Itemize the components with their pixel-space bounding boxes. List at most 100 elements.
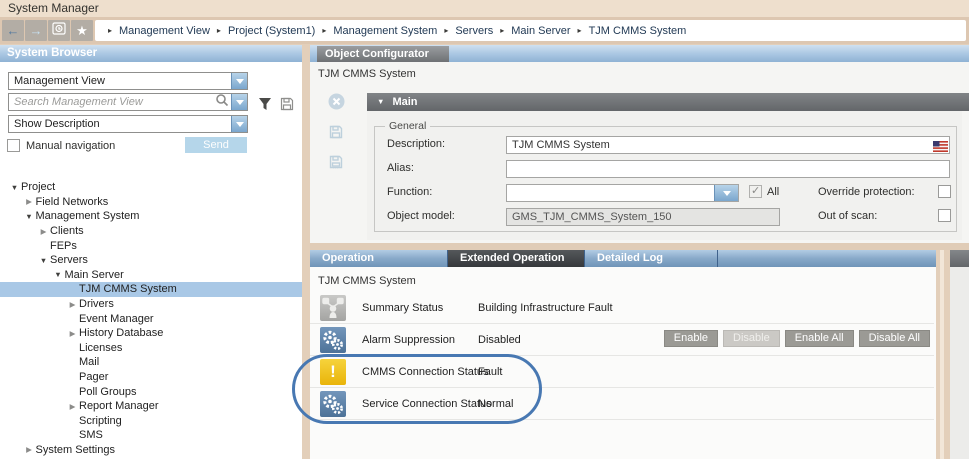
tree-expander-icon[interactable]: ▶ — [23, 197, 36, 206]
enable-all-button[interactable]: Enable All — [785, 330, 854, 347]
tree-item-project[interactable]: ▼Project — [0, 180, 302, 195]
tree-item-licenses[interactable]: Licenses — [0, 341, 302, 356]
tree-item-label: FEPs — [50, 240, 77, 252]
send-button[interactable]: Send — [185, 137, 247, 153]
tree-expander-icon[interactable]: ▶ — [66, 402, 79, 411]
tree-item-history-database[interactable]: ▶History Database — [0, 326, 302, 341]
general-groupbox: General Description: TJM CMMS System Ali… — [374, 126, 957, 232]
breadcrumb-item[interactable]: Management System — [333, 25, 437, 37]
breadcrumb-item[interactable]: Management View — [119, 25, 210, 37]
tree-item-mail[interactable]: Mail — [0, 355, 302, 370]
tree-expander-icon[interactable]: ▶ — [66, 300, 79, 309]
tree-item-label: Licenses — [79, 342, 122, 354]
forward-button[interactable]: → — [25, 20, 47, 41]
chevron-down-icon[interactable] — [714, 185, 738, 201]
tab-operation[interactable]: Operation — [310, 250, 448, 267]
vertical-splitter[interactable] — [936, 250, 950, 459]
view-selector-value: Management View — [9, 75, 231, 87]
back-button[interactable]: ← — [2, 20, 24, 41]
override-protection-checkbox[interactable] — [938, 185, 951, 198]
search-icon[interactable] — [215, 93, 229, 112]
discard-changes-icon[interactable] — [328, 93, 348, 115]
tree-item-label: System Settings — [36, 444, 115, 456]
breadcrumb-separator-icon: ▸ — [217, 26, 221, 35]
star-icon: ★ — [76, 24, 88, 37]
tree-item-clients[interactable]: ▶Clients — [0, 224, 302, 239]
tree-item-drivers[interactable]: ▶Drivers — [0, 297, 302, 312]
out-of-scan-checkbox[interactable] — [938, 209, 951, 222]
tree-item-label: History Database — [79, 327, 163, 339]
tree-expander-icon[interactable]: ▶ — [23, 445, 36, 454]
enable-button[interactable]: Enable — [664, 330, 718, 347]
chevron-down-icon[interactable] — [231, 94, 247, 110]
tree-item-label: Scripting — [79, 415, 122, 427]
main-section-label: Main — [392, 96, 417, 108]
tree-expander-icon[interactable]: ▶ — [37, 227, 50, 236]
tree-expander-icon[interactable]: ▼ — [8, 183, 21, 192]
save-as-icon[interactable] — [328, 154, 348, 175]
search-input[interactable] — [9, 94, 215, 110]
object-configurator-panel: TJM CMMS System ▼Main General Descriptio… — [310, 62, 969, 243]
status-row-cmms-connection-status: !CMMS Connection StatusFault — [310, 356, 934, 388]
tree-item-system-settings[interactable]: ▶System Settings — [0, 443, 302, 458]
main-section-header[interactable]: ▼Main — [367, 93, 969, 111]
breadcrumb-item[interactable]: Project (System1) — [228, 25, 315, 37]
save-search-icon[interactable] — [279, 96, 295, 117]
save-icon[interactable] — [328, 124, 348, 145]
tree-item-field-networks[interactable]: ▶Field Networks — [0, 195, 302, 210]
tree-expander-icon[interactable]: ▶ — [66, 329, 79, 338]
description-selector[interactable]: Show Description — [8, 115, 248, 133]
manual-navigation-checkbox[interactable] — [7, 139, 20, 152]
search-box[interactable] — [8, 93, 248, 111]
alarm-suppression-buttons: Enable Disable Enable All Disable All — [664, 330, 930, 347]
breadcrumb-item[interactable]: TJM CMMS System — [589, 25, 687, 37]
summary-status-icon — [320, 295, 346, 321]
tab-detailed-log[interactable]: Detailed Log — [585, 250, 718, 267]
panel-splitter[interactable] — [302, 45, 310, 459]
back-arrow-icon: ← — [7, 24, 20, 37]
system-browser-tree: ▼Project▶Field Networks▼Management Syste… — [0, 180, 302, 459]
tab-extended-operation[interactable]: Extended Operation — [448, 250, 585, 267]
tree-item-management-system[interactable]: ▼Management System — [0, 209, 302, 224]
tree-item-scripting[interactable]: Scripting — [0, 414, 302, 429]
tree-item-tjm-cmms-system[interactable]: TJM CMMS System — [0, 282, 302, 297]
filter-icon[interactable] — [257, 96, 273, 117]
object-configurator-tab[interactable]: Object Configurator — [317, 46, 449, 62]
tree-item-event-manager[interactable]: Event Manager — [0, 311, 302, 326]
tree-item-servers[interactable]: ▼Servers — [0, 253, 302, 268]
recent-locations-button[interactable] — [48, 20, 70, 41]
tree-item-label: Pager — [79, 371, 108, 383]
view-selector[interactable]: Management View — [8, 72, 248, 90]
tree-item-sms[interactable]: SMS — [0, 428, 302, 443]
operation-tab-bar: OperationExtended OperationDetailed Log — [310, 250, 936, 267]
tree-item-report-manager[interactable]: ▶Report Manager — [0, 399, 302, 414]
function-selector[interactable] — [506, 184, 739, 202]
tree-expander-icon[interactable]: ▼ — [37, 256, 50, 265]
breadcrumb-item[interactable]: Main Server — [511, 25, 570, 37]
disable-button[interactable]: Disable — [723, 330, 780, 347]
tree-item-pager[interactable]: Pager — [0, 370, 302, 385]
object-model-label: Object model: — [387, 210, 455, 222]
function-value — [507, 185, 714, 201]
description-label: Description: — [387, 138, 445, 150]
tree-item-label: Main Server — [65, 269, 124, 281]
alias-field[interactable] — [506, 160, 950, 178]
tree-item-main-server[interactable]: ▼Main Server — [0, 268, 302, 283]
tree-item-feps[interactable]: FEPs — [0, 238, 302, 253]
chevron-down-icon[interactable] — [231, 73, 247, 89]
all-checkbox[interactable] — [749, 185, 762, 198]
status-value: Fault — [478, 356, 502, 388]
breadcrumb-item[interactable]: Servers — [455, 25, 493, 37]
disable-all-button[interactable]: Disable All — [859, 330, 930, 347]
chevron-down-icon[interactable] — [231, 116, 247, 132]
horizontal-splitter[interactable] — [310, 243, 969, 250]
tree-expander-icon[interactable]: ▼ — [23, 212, 36, 221]
us-flag-icon[interactable] — [933, 139, 948, 157]
favorites-button[interactable]: ★ — [71, 20, 93, 41]
status-row-alarm-suppression: Alarm SuppressionDisabledEnableDisableEn… — [310, 324, 934, 356]
description-field[interactable]: TJM CMMS System — [506, 136, 950, 154]
tree-item-poll-groups[interactable]: Poll Groups — [0, 384, 302, 399]
object-model-field: GMS_TJM_CMMS_System_150 — [506, 208, 780, 226]
tree-expander-icon[interactable]: ▼ — [52, 270, 65, 279]
manual-navigation-label: Manual navigation — [26, 140, 115, 152]
